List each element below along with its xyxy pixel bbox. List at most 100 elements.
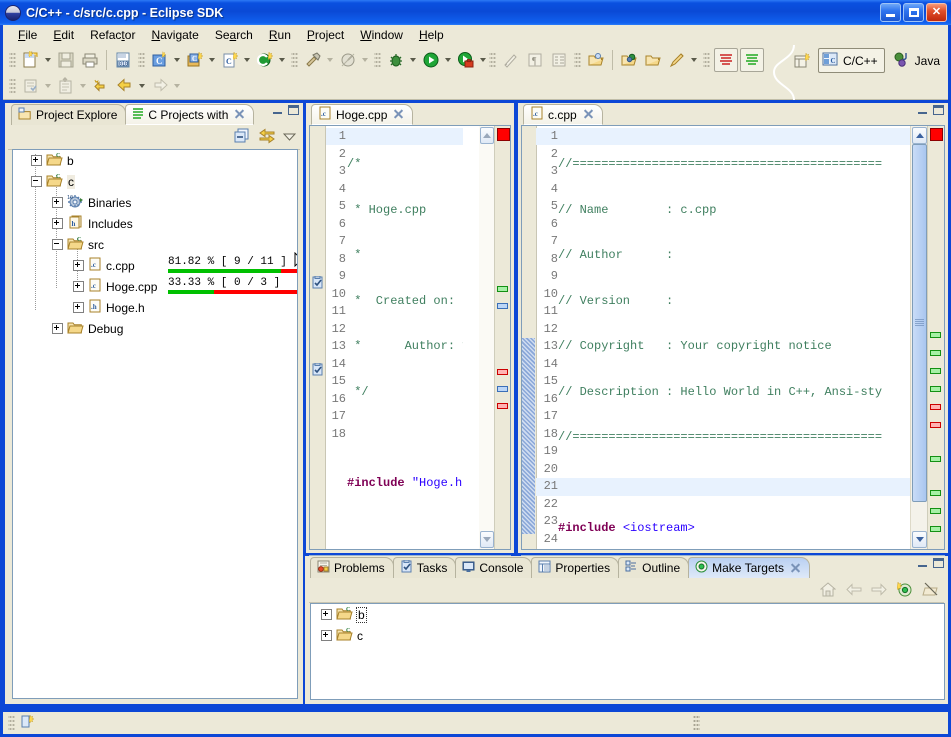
overview-marker-green[interactable]: [497, 286, 508, 292]
tree-item-c[interactable]: C c: [13, 171, 297, 192]
open-declaration-dropdown-icon[interactable]: [43, 76, 52, 96]
new-class-icon[interactable]: C: [184, 49, 206, 71]
open-folder-icon[interactable]: [642, 49, 664, 71]
annotation-icon[interactable]: [500, 49, 522, 71]
menu-refactor[interactable]: Refactor: [82, 26, 143, 44]
error-square-icon[interactable]: [497, 128, 510, 141]
overview-marker-green[interactable]: [930, 508, 941, 514]
open-type-dropdown-icon[interactable]: [78, 76, 87, 96]
tree-item-binaries[interactable]: 10 Binaries: [13, 192, 297, 213]
clean-icon[interactable]: [337, 49, 359, 71]
expand-icon[interactable]: [73, 281, 84, 292]
collapse-icon[interactable]: [31, 176, 42, 187]
project-tree[interactable]: C b C c 10 Binaries h Includes C src .c …: [12, 149, 298, 699]
minimize-view-icon[interactable]: [917, 105, 928, 115]
search-icon[interactable]: [618, 49, 640, 71]
toolbar-grip-3[interactable]: [291, 51, 298, 69]
overview-marker-green[interactable]: [930, 456, 941, 462]
tree-item-hoge-cpp[interactable]: .c Hoge.cpp 33.33 % [ 0 / 3 ]: [13, 276, 297, 297]
red-list-icon[interactable]: [714, 48, 738, 72]
menu-navigate[interactable]: Navigate: [143, 26, 206, 44]
minimize-view-icon[interactable]: [272, 105, 283, 115]
menu-help[interactable]: Help: [411, 26, 452, 44]
tab-properties[interactable]: Properties: [531, 557, 620, 578]
view-menu-icon[interactable]: [282, 131, 297, 145]
tab-make-targets[interactable]: Make Targets: [688, 557, 810, 578]
menu-run[interactable]: Run: [261, 26, 299, 44]
tab-problems[interactable]: Problems: [310, 557, 394, 578]
editor-hoge-overview-ruler[interactable]: [494, 126, 510, 549]
menu-window[interactable]: Window: [352, 26, 411, 44]
new-header-icon[interactable]: C: [219, 49, 241, 71]
toolbar-grip-4[interactable]: [374, 51, 381, 69]
expand-icon[interactable]: [31, 155, 42, 166]
close-icon[interactable]: [234, 109, 245, 120]
tab-outline[interactable]: Outline: [618, 557, 690, 578]
build-target-icon[interactable]: [922, 582, 939, 600]
expand-icon[interactable]: [321, 630, 332, 641]
editor-c-overview-ruler[interactable]: [927, 126, 944, 549]
overview-marker-red[interactable]: [930, 404, 941, 410]
menu-edit[interactable]: Edit: [45, 26, 82, 44]
new-file-dropdown-icon[interactable]: [43, 50, 52, 70]
task-marker-icon[interactable]: [311, 362, 324, 379]
tree-item-hoge-h[interactable]: .h Hoge.h: [13, 297, 297, 318]
editor-c-code[interactable]: //======================================…: [558, 126, 912, 549]
perspective-button-java[interactable]: Java: [889, 49, 944, 72]
overview-marker-green[interactable]: [930, 332, 941, 338]
tree-item-src[interactable]: C src: [13, 234, 297, 255]
make-target-item-b[interactable]: C b: [311, 604, 944, 625]
save-icon[interactable]: [55, 49, 77, 71]
debug-icon[interactable]: [385, 49, 407, 71]
editor-c-body[interactable]: 123 456 789 10 11 12 13 14 15 16 17 18 19 20 21 …: [521, 125, 945, 550]
build-hammer-dropdown-icon[interactable]: [325, 50, 334, 70]
new-c-project-icon[interactable]: C: [149, 49, 171, 71]
overview-marker-green[interactable]: [930, 368, 941, 374]
open-declaration-icon[interactable]: [20, 75, 42, 97]
last-edit-icon[interactable]: [90, 75, 112, 97]
close-button[interactable]: ✕: [926, 3, 947, 22]
overview-marker-blue[interactable]: [497, 303, 508, 309]
expand-icon[interactable]: [52, 197, 63, 208]
editor-c-gutter[interactable]: [522, 126, 537, 549]
vscroll-thumb[interactable]: [912, 144, 927, 502]
back-dropdown-icon[interactable]: [137, 76, 146, 96]
scroll-up-button[interactable]: [480, 127, 494, 144]
menu-search[interactable]: Search: [207, 26, 261, 44]
new-header-dropdown-icon[interactable]: [242, 50, 251, 70]
overview-marker-green[interactable]: [930, 490, 941, 496]
close-icon[interactable]: [393, 109, 404, 120]
new-c-dropdown-icon[interactable]: [277, 50, 286, 70]
overview-marker-green[interactable]: [930, 526, 941, 532]
block-selection-icon[interactable]: [548, 49, 570, 71]
scroll-down-button[interactable]: [912, 531, 927, 548]
minimize-view-icon[interactable]: [917, 558, 928, 568]
pencil-icon[interactable]: [666, 49, 688, 71]
overview-marker-red[interactable]: [497, 369, 508, 375]
tab-c-cpp[interactable]: .c c.cpp: [523, 104, 603, 125]
back-icon[interactable]: [114, 75, 136, 97]
tab-hoge-cpp[interactable]: .c Hoge.cpp: [311, 104, 414, 125]
tab-c-projects-with[interactable]: C Projects with: [125, 104, 255, 125]
toolbar-grip[interactable]: [9, 51, 16, 69]
editor-hoge-body[interactable]: 123 456 789 10 11 12 13 14 15 16 17 18 /* * Ho…: [309, 125, 511, 550]
debug-dropdown-icon[interactable]: [408, 50, 417, 70]
expand-icon[interactable]: [73, 302, 84, 313]
open-perspective-icon[interactable]: [791, 50, 813, 72]
forward-dropdown-icon[interactable]: [172, 76, 181, 96]
close-icon[interactable]: [790, 563, 801, 574]
new-file-icon[interactable]: [20, 49, 42, 71]
menu-file[interactable]: File: [10, 26, 45, 44]
expand-icon[interactable]: [52, 218, 63, 229]
perspective-button-ccpp[interactable]: C C/C++: [817, 48, 885, 73]
tree-item-c-cpp[interactable]: .c c.cpp 81.82 % [ 9 / 11 ]: [13, 255, 297, 276]
tab-tasks[interactable]: Tasks: [392, 557, 457, 578]
close-icon[interactable]: [583, 109, 594, 120]
coverage-icon[interactable]: [455, 49, 477, 71]
overview-marker-red[interactable]: [497, 403, 508, 409]
new-c-icon[interactable]: [254, 49, 276, 71]
new-class-dropdown-icon[interactable]: [207, 50, 216, 70]
toolbar-grip-2[interactable]: [138, 51, 145, 69]
pencil-dropdown-icon[interactable]: [689, 50, 698, 70]
expand-icon[interactable]: [52, 323, 63, 334]
